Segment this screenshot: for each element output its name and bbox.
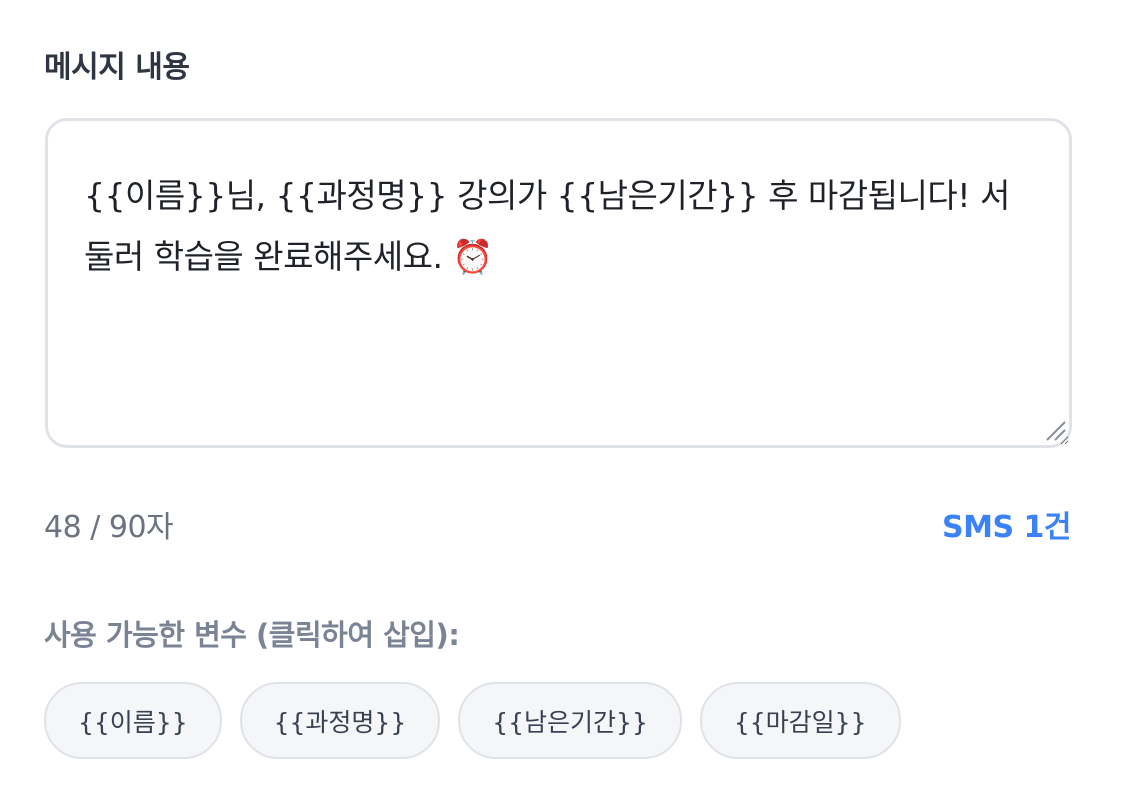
message-textarea[interactable]: {{이름}}님, {{과정명}} 강의가 {{남은기간}} 후 마감됩니다! 서…	[45, 118, 1072, 448]
variable-chip-course[interactable]: {{과정명}}	[239, 682, 441, 759]
character-counter: 48 / 90자	[44, 510, 174, 545]
message-content-label: 메시지 내용	[44, 50, 190, 85]
variable-chip-list: {{이름}} {{과정명}} {{남은기간}} {{마감일}}	[44, 682, 901, 759]
variable-chip-remaining-period[interactable]: {{남은기간}}	[458, 682, 682, 759]
variable-chip-deadline[interactable]: {{마감일}}	[699, 682, 901, 759]
variable-chip-name[interactable]: {{이름}}	[44, 682, 222, 759]
sms-count: SMS 1건	[942, 510, 1072, 545]
resize-handle-icon[interactable]	[1043, 418, 1067, 442]
variables-label: 사용 가능한 변수 (클릭하여 삽입):	[44, 618, 460, 652]
